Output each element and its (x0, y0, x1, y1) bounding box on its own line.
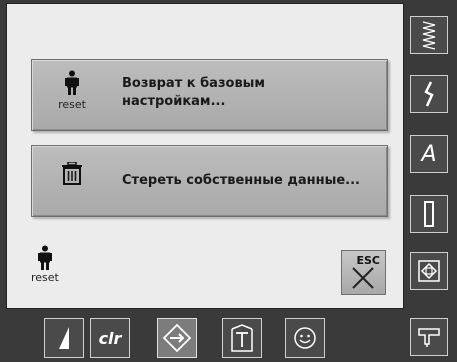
alphabet-button[interactable]: A (410, 135, 448, 173)
clr-button[interactable]: clr (90, 318, 130, 358)
stitch-pattern-icon (422, 21, 436, 50)
eco-button[interactable] (285, 318, 325, 358)
esc-button[interactable]: ESC (341, 250, 386, 295)
trash-icon (52, 162, 92, 214)
stitch-pattern-button[interactable] (410, 16, 448, 54)
person-reset-icon: reset (52, 70, 92, 122)
delete-data-label: Стереть собственные данные... (122, 173, 360, 188)
buttonhole-button[interactable] (410, 195, 448, 233)
main-screen: reset Возврат к базовым настройкам... Ст… (6, 3, 404, 309)
alphabet-icon: A (421, 141, 437, 167)
sewing-machine-button[interactable] (410, 318, 448, 356)
tutorial-icon (231, 324, 253, 352)
needle-stop-icon (59, 327, 69, 349)
buttonhole-icon (424, 201, 434, 227)
reset-settings-button[interactable]: reset Возврат к базовым настройкам... (31, 59, 388, 131)
decorative-stitch-button[interactable] (410, 75, 448, 113)
person-reset-icon (37, 245, 52, 270)
close-x-icon (352, 267, 374, 289)
tutorial-button[interactable] (222, 318, 262, 358)
needle-stop-button[interactable] (44, 318, 84, 358)
sewing-machine-icon (418, 328, 440, 347)
quilt-icon (418, 260, 440, 282)
clr-icon: clr (98, 328, 122, 348)
decorative-stitch-icon (424, 81, 434, 107)
quilt-button[interactable] (410, 252, 448, 290)
delete-user-data-button[interactable]: Стереть собственные данные... (31, 145, 388, 217)
eco-icon (294, 327, 316, 349)
setup-button[interactable] (157, 318, 197, 358)
reset-status-indicator: reset (31, 245, 59, 284)
reset-label-line2: настройкам... (122, 94, 226, 109)
reset-label-line1: Возврат к базовым (122, 76, 266, 91)
setup-icon (162, 323, 192, 353)
